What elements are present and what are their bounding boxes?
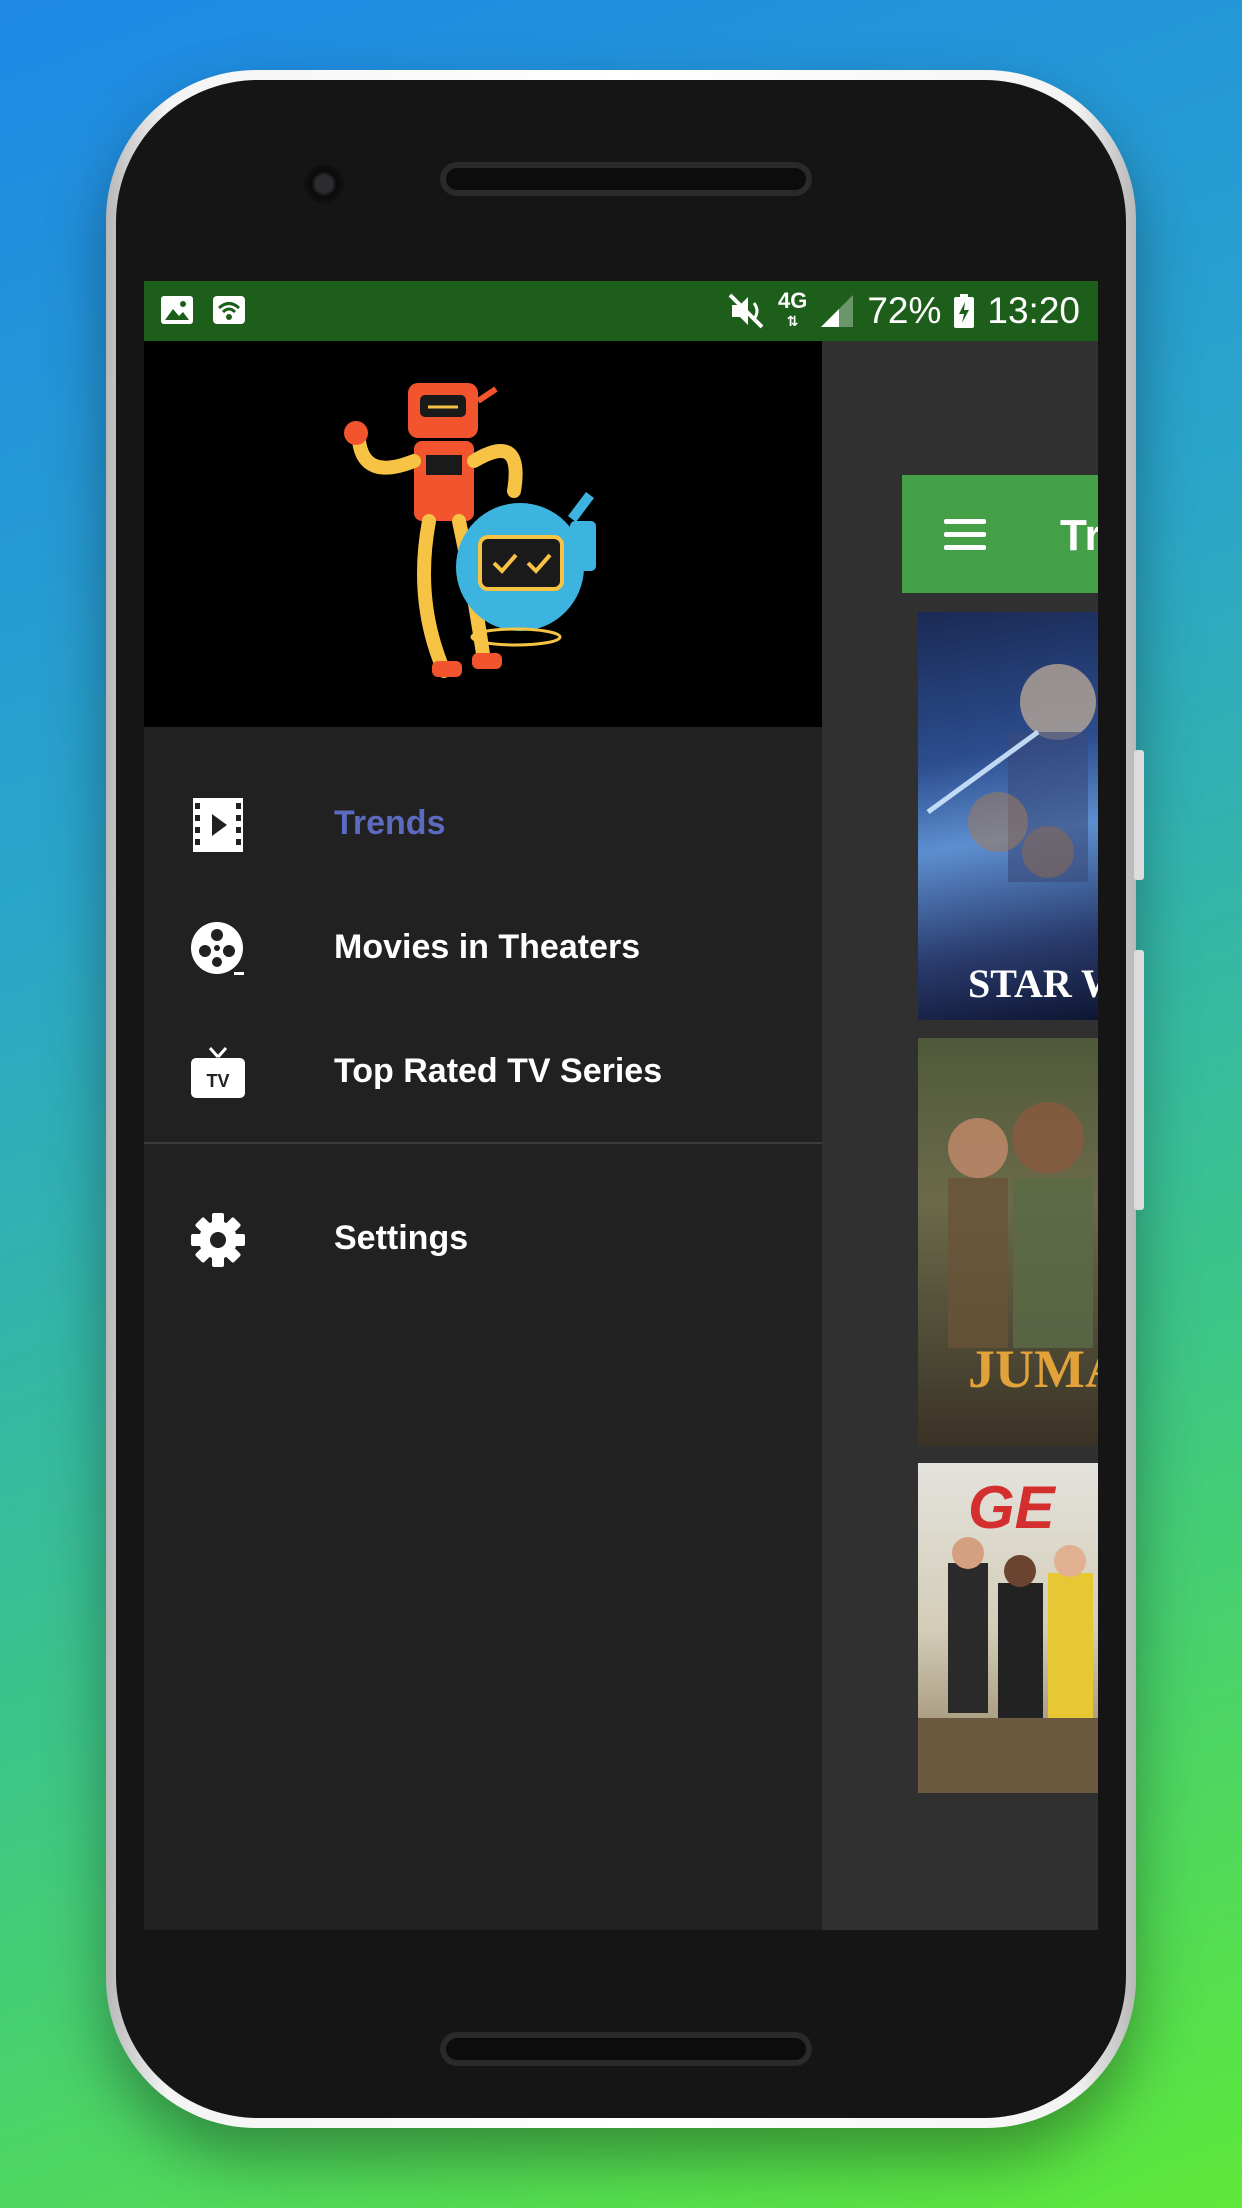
wifi-hotspot-icon bbox=[213, 296, 245, 324]
navigation-drawer: Trends Movies in Theaters TV Top Rated T bbox=[144, 341, 822, 1930]
drawer-item-label: Settings bbox=[334, 1219, 469, 1257]
device-screen: Tr STAR WA JUMA GE bbox=[144, 281, 1098, 1930]
robot-mascot-logo bbox=[344, 383, 596, 678]
volume-button bbox=[1134, 750, 1144, 880]
clock-time: 13:20 bbox=[987, 290, 1080, 331]
battery-percentage: 72% bbox=[867, 290, 942, 331]
front-camera bbox=[304, 164, 344, 204]
signal-icon bbox=[821, 295, 854, 327]
toolbar-title: Tr bbox=[1060, 511, 1098, 560]
tv-icon: TV bbox=[191, 1047, 245, 1098]
poster-card[interactable]: JUMA bbox=[918, 1038, 1098, 1446]
drawer-item-label: Movies in Theaters bbox=[334, 928, 641, 966]
poster-art bbox=[926, 664, 1096, 882]
drawer-header bbox=[144, 341, 822, 727]
poster-card[interactable]: GE bbox=[918, 1463, 1098, 1793]
drawer-divider bbox=[144, 1142, 822, 1144]
poster-caption: GE bbox=[968, 1474, 1055, 1541]
svg-text:TV: TV bbox=[206, 1071, 229, 1091]
film-reel-icon bbox=[191, 922, 244, 975]
gear-icon bbox=[191, 1213, 245, 1267]
app-toolbar: Tr bbox=[902, 475, 1098, 593]
hamburger-menu-icon[interactable] bbox=[944, 519, 986, 558]
drawer-item-top-rated-tv-series[interactable]: TV Top Rated TV Series bbox=[144, 1018, 822, 1128]
movie-film-icon bbox=[193, 798, 243, 852]
image-icon bbox=[161, 296, 193, 324]
poster-card[interactable]: STAR WA bbox=[918, 612, 1098, 1020]
drawer-item-label: Top Rated TV Series bbox=[334, 1052, 663, 1090]
status-bar: 4G ⇅ 72% 13:20 bbox=[144, 281, 1098, 341]
battery-icon bbox=[954, 294, 975, 328]
drawer-item-settings[interactable]: Settings bbox=[144, 1185, 822, 1295]
mute-icon bbox=[728, 293, 764, 329]
top-speaker bbox=[440, 162, 812, 196]
drawer-item-label: Trends bbox=[334, 804, 446, 842]
drawer-item-movies-in-theaters[interactable]: Movies in Theaters bbox=[144, 894, 822, 1004]
poster-caption: JUMA bbox=[968, 1339, 1098, 1399]
poster-caption: STAR WA bbox=[968, 961, 1098, 1006]
network-4g-icon: 4G ⇅ bbox=[777, 288, 808, 330]
power-button bbox=[1134, 950, 1144, 1210]
bottom-speaker bbox=[440, 2032, 812, 2066]
drawer-item-trends[interactable]: Trends bbox=[144, 770, 822, 880]
